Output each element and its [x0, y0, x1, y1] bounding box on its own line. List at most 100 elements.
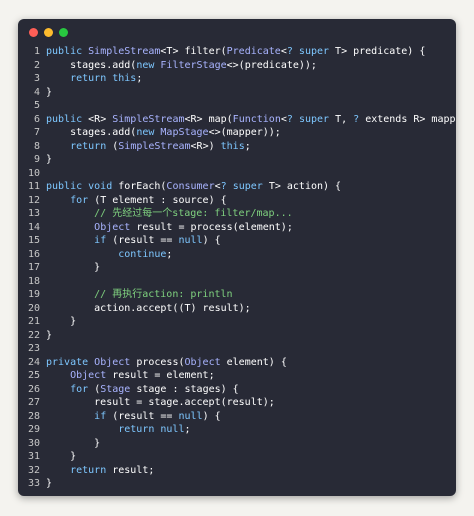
code-line: 26 for (Stage stage : stages) { — [18, 383, 456, 397]
code-line: 19 // 再执行action: println — [18, 288, 456, 302]
code-line: 29 return null; — [18, 423, 456, 437]
line-number: 15 — [27, 235, 40, 246]
line-number: 18 — [27, 275, 40, 287]
code-token: <>(predicate)); — [226, 59, 317, 71]
line-number: 3 — [33, 73, 40, 84]
line-number: 13 — [27, 208, 40, 219]
code-text: Object result = process(element); — [46, 221, 293, 235]
code-text: } — [46, 329, 52, 343]
line-number: 19 — [27, 289, 40, 300]
code-token: Consumer — [166, 181, 215, 192]
code-token: ; — [184, 424, 191, 435]
code-token: Object — [70, 370, 107, 381]
line-number: 26 — [27, 383, 40, 395]
code-text: for (Stage stage : stages) { — [46, 383, 239, 397]
code-token: (result == — [112, 235, 179, 246]
code-token: MapStage — [160, 127, 209, 138]
code-token: result = process(element); — [130, 221, 293, 233]
code-window: 1 public SimpleStream<T> filter(Predicate… — [18, 19, 456, 496]
code-token: null — [178, 235, 203, 246]
code-token: <R> — [88, 113, 113, 125]
code-token: SimpleStream — [112, 113, 185, 125]
line-number: 17 — [27, 262, 40, 273]
code-text: return null; — [46, 423, 191, 437]
code-token: <T> filter( — [160, 46, 227, 57]
code-line: 27 result = stage.accept(result); — [18, 396, 456, 410]
code-token: if — [94, 235, 113, 246]
code-text: public void forEach(Consumer<? super T> … — [46, 180, 341, 194]
code-token: result = element; — [106, 370, 215, 381]
code-token: Object — [94, 356, 131, 368]
code-token: } — [46, 329, 53, 341]
code-token: FilterStage — [160, 59, 227, 71]
code-token: } — [46, 437, 101, 449]
close-dot-icon[interactable] — [29, 28, 38, 37]
code-text: Object result = element; — [46, 369, 215, 383]
code-token: <>(mapper)); — [208, 127, 281, 138]
code-token: new — [136, 127, 161, 138]
code-line: 25 Object result = element; — [18, 369, 456, 383]
code-text: continue; — [46, 248, 172, 262]
line-number: 10 — [27, 167, 40, 179]
code-text: stages.add(new MapStage<>(mapper)); — [46, 126, 281, 140]
code-token: new — [136, 59, 161, 71]
code-token: T> predicate) { — [329, 46, 426, 57]
code-line: 15 if (result == null) { — [18, 234, 456, 248]
code-token: T, — [329, 113, 354, 125]
code-token: public void — [46, 181, 119, 192]
code-token: ; — [166, 248, 173, 260]
code-token: super — [298, 113, 330, 125]
line-number: 4 — [33, 86, 40, 98]
code-token: return null — [118, 424, 185, 435]
code-text: return this; — [46, 72, 142, 86]
code-token: } — [46, 86, 53, 98]
line-number: 20 — [27, 302, 40, 314]
code-text: private Object process(Object element) { — [46, 356, 287, 370]
code-token: (result == — [112, 410, 179, 422]
code-token: // 再执行action: println — [46, 289, 233, 300]
code-token: process( — [130, 356, 185, 368]
line-number: 11 — [27, 181, 40, 192]
code-line: 11 public void forEach(Consumer<? super T… — [18, 180, 456, 194]
code-line: 18 — [18, 275, 456, 289]
code-line: 10 — [18, 167, 456, 181]
code-text: if (result == null) { — [46, 234, 220, 248]
code-line: 14 Object result = process(element); — [18, 221, 456, 235]
code-line: 12 for (T element : source) { — [18, 194, 456, 208]
window-titlebar — [18, 19, 456, 45]
code-token: action.accept((T) result); — [46, 302, 251, 314]
code-token: for — [70, 383, 95, 395]
code-text: if (result == null) { — [46, 410, 220, 424]
code-line: 1 public SimpleStream<T> filter(Predicate… — [18, 45, 456, 59]
code-token: super — [298, 46, 330, 57]
code-line: 21 } — [18, 315, 456, 329]
code-token: } — [46, 154, 53, 165]
line-number: 7 — [33, 127, 40, 138]
code-token: this — [220, 140, 245, 152]
code-text: } — [46, 450, 76, 464]
maximize-dot-icon[interactable] — [59, 28, 68, 37]
code-text: action.accept((T) result); — [46, 302, 251, 316]
line-number: 32 — [27, 464, 40, 476]
code-token: } — [46, 478, 53, 489]
line-number: 25 — [27, 370, 40, 381]
minimize-dot-icon[interactable] — [44, 28, 53, 37]
code-text: } — [46, 437, 100, 451]
code-line: 8 return (SimpleStream<R>) this; — [18, 140, 456, 154]
line-number: 29 — [27, 424, 40, 435]
code-line: 22} — [18, 329, 456, 343]
code-token: private — [46, 356, 95, 368]
code-token: continue — [118, 248, 167, 260]
code-token: public — [46, 46, 89, 57]
code-token: Predicate — [226, 46, 281, 57]
line-number: 30 — [27, 437, 40, 449]
code-token: <R>) — [190, 140, 221, 152]
line-number: 6 — [33, 113, 40, 125]
code-token: Function — [232, 113, 281, 125]
code-token: T> action) { — [262, 181, 342, 192]
code-line: 23 — [18, 342, 456, 356]
